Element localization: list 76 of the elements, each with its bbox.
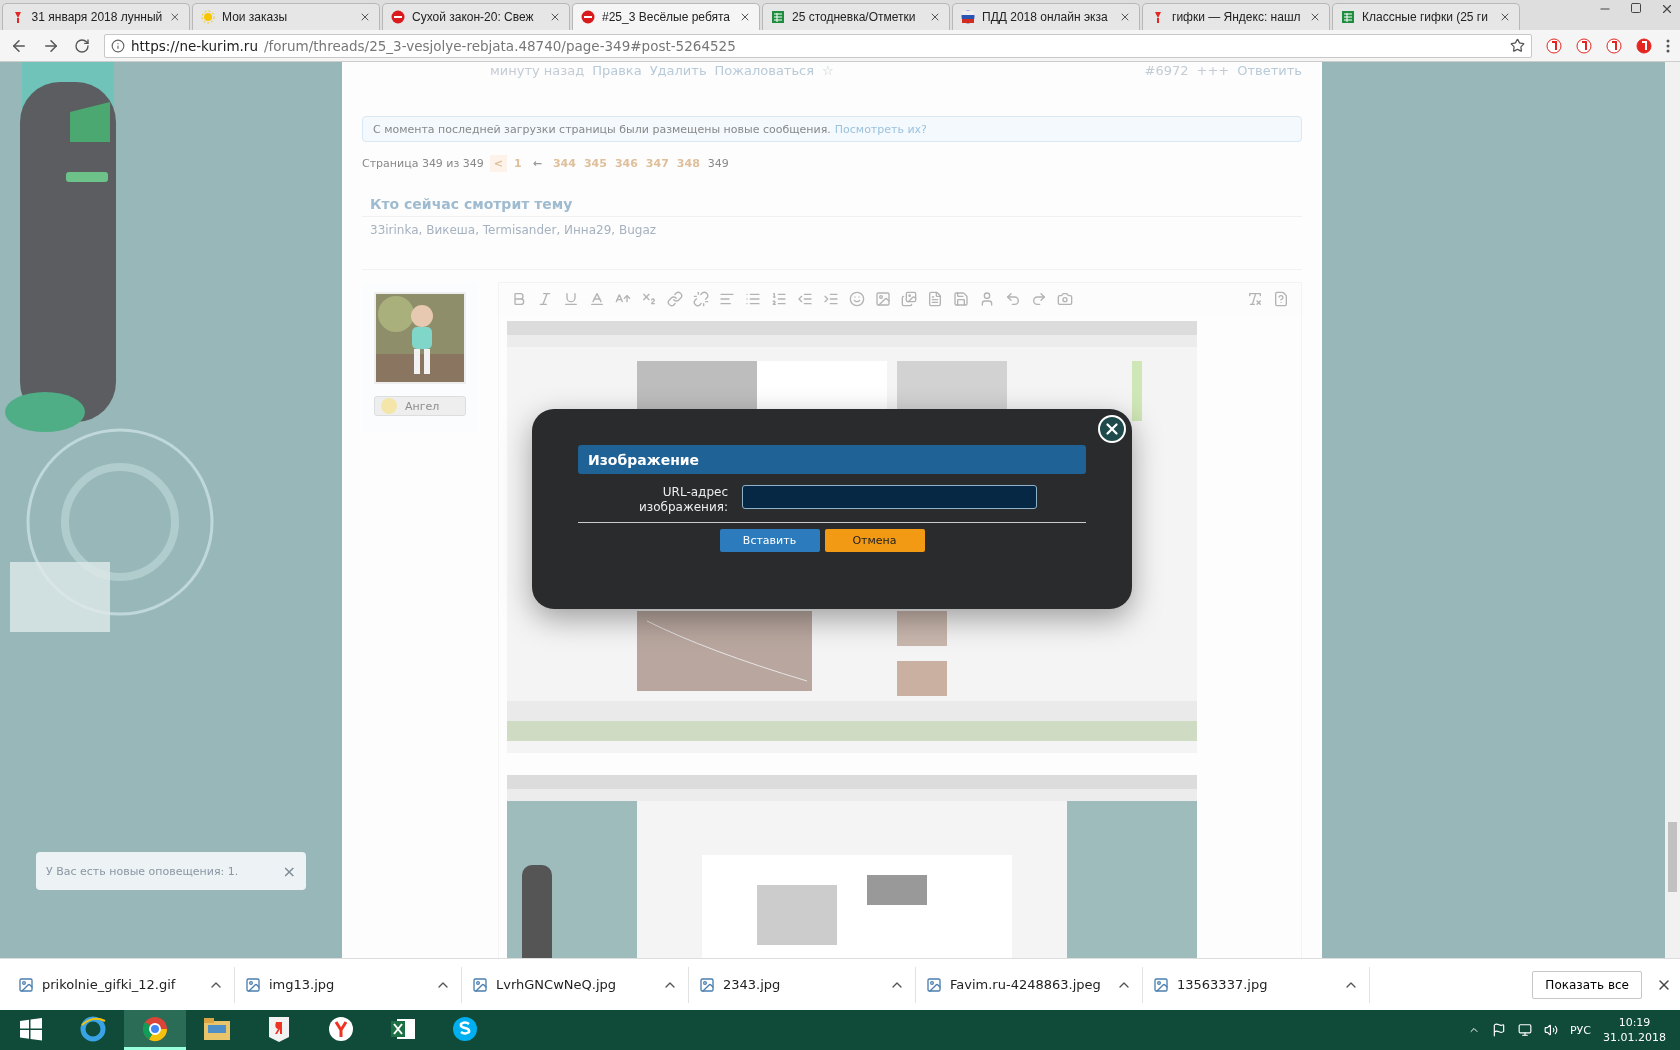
clock[interactable]: 10:19 31.01.2018 xyxy=(1603,1015,1666,1045)
download-item[interactable]: img13.jpg xyxy=(235,966,462,1003)
field-label: URL-адрес изображения: xyxy=(638,485,728,515)
maximize-icon[interactable] xyxy=(1630,2,1642,14)
browser-tab[interactable]: Мои заказы xyxy=(192,3,380,30)
download-item[interactable]: Favim.ru-4248863.jpeg xyxy=(916,966,1143,1003)
close-icon[interactable] xyxy=(739,11,751,23)
browser-tab[interactable]: #25_3 Весёлые ребята xyxy=(572,3,760,30)
page-link[interactable]: 349 xyxy=(706,154,730,172)
text-color-icon[interactable] xyxy=(589,291,605,307)
close-icon[interactable] xyxy=(1499,11,1511,23)
image-file-icon xyxy=(1153,976,1169,993)
close-icon[interactable] xyxy=(359,11,371,23)
stop-icon xyxy=(391,10,405,24)
download-item[interactable]: 13563337.jpg xyxy=(1143,966,1370,1003)
logo-icon[interactable] xyxy=(327,1014,355,1043)
network-icon[interactable] xyxy=(1518,1023,1532,1037)
insert-button[interactable]: Вставить xyxy=(719,529,820,552)
globe-icon[interactable] xyxy=(79,1014,107,1043)
bookmark-icon[interactable] xyxy=(1510,38,1525,53)
browser-tab[interactable]: 25 стодневка/Отметки xyxy=(762,3,950,30)
browser-tab[interactable]: ПДД 2018 онлайн экза xyxy=(952,3,1140,30)
image-file-icon xyxy=(926,976,942,993)
close-icon[interactable] xyxy=(549,11,561,23)
browser-tab[interactable]: гифки — Яндекс: нашл xyxy=(1142,3,1330,30)
close-icon[interactable] xyxy=(169,11,181,23)
user-badge: Ангел xyxy=(374,396,466,416)
image-file-icon xyxy=(472,976,488,993)
show-all-button[interactable]: Показать все xyxy=(1532,970,1642,999)
browser-tab[interactable]: Сухой закон-20: Свеж xyxy=(382,3,570,30)
spreadsheet-icon xyxy=(1341,10,1355,24)
download-item[interactable]: prikolnie_gifki_12.gif xyxy=(8,966,235,1003)
section-title: Кто сейчас смотрит тему xyxy=(362,192,1302,217)
close-icon xyxy=(1103,420,1121,438)
scrollbar[interactable] xyxy=(1665,62,1680,958)
logo-icon[interactable] xyxy=(451,1014,479,1043)
browser-tab[interactable]: 31 января 2018 лунный xyxy=(2,3,190,30)
reload-icon[interactable] xyxy=(74,37,90,54)
close-icon[interactable] xyxy=(1309,11,1321,23)
flag-icon[interactable] xyxy=(1492,1023,1506,1037)
image-file-icon xyxy=(18,976,34,993)
menu-icon[interactable] xyxy=(1666,37,1670,54)
flag-icon xyxy=(961,10,975,24)
extension-icon[interactable] xyxy=(1546,37,1562,54)
url-field[interactable] xyxy=(742,485,1037,509)
windows-icon[interactable] xyxy=(19,1016,43,1041)
speaker-icon[interactable] xyxy=(1544,1023,1558,1037)
sun-icon xyxy=(201,10,215,24)
logo-icon[interactable] xyxy=(266,1014,292,1043)
smiley-icon xyxy=(379,397,399,415)
extension-icon[interactable] xyxy=(1606,37,1622,54)
dialog-title: Изображение xyxy=(578,445,1086,474)
download-item[interactable]: 2343.jpg xyxy=(689,966,916,1003)
address-field[interactable]: https://ne-kurim.ru /forum/threads/25_3-vesjolye-rebjata.48740/page-349#post-5264525 xyxy=(104,33,1532,58)
image-file-icon xyxy=(245,976,261,993)
download-item[interactable]: LvrhGNCwNeQ.jpg xyxy=(462,966,689,1003)
cancel-button[interactable]: Отмена xyxy=(824,529,925,552)
notice-text: С момента последней загрузки страницы были размещены новые сообщения. xyxy=(373,122,831,136)
extension-icon[interactable] xyxy=(1636,37,1652,54)
wheel-icon[interactable] xyxy=(141,1014,169,1043)
notification-text: У Вас есть новые оповещения: 1. xyxy=(46,864,239,878)
spreadsheet-icon xyxy=(771,10,785,24)
extension-icon[interactable] xyxy=(1576,37,1592,54)
close-icon[interactable] xyxy=(1119,11,1131,23)
folder-icon[interactable] xyxy=(202,1015,232,1042)
language-indicator[interactable]: РУС xyxy=(1570,1023,1591,1037)
post-time: минуту назад xyxy=(490,62,585,78)
viewer-list: 33irinka, Викеша, Termisander, Инна29, Bugaz xyxy=(362,217,1302,243)
close-icon[interactable] xyxy=(929,11,941,23)
close-icon[interactable] xyxy=(1660,2,1674,16)
image-file-icon xyxy=(699,976,715,993)
page-count: Страница 349 из 349 xyxy=(362,156,484,170)
info-icon xyxy=(111,38,125,53)
close-button[interactable] xyxy=(1098,415,1126,443)
stop-icon xyxy=(581,10,595,24)
browser-tab[interactable]: Классные гифки (25 ги xyxy=(1332,3,1520,30)
